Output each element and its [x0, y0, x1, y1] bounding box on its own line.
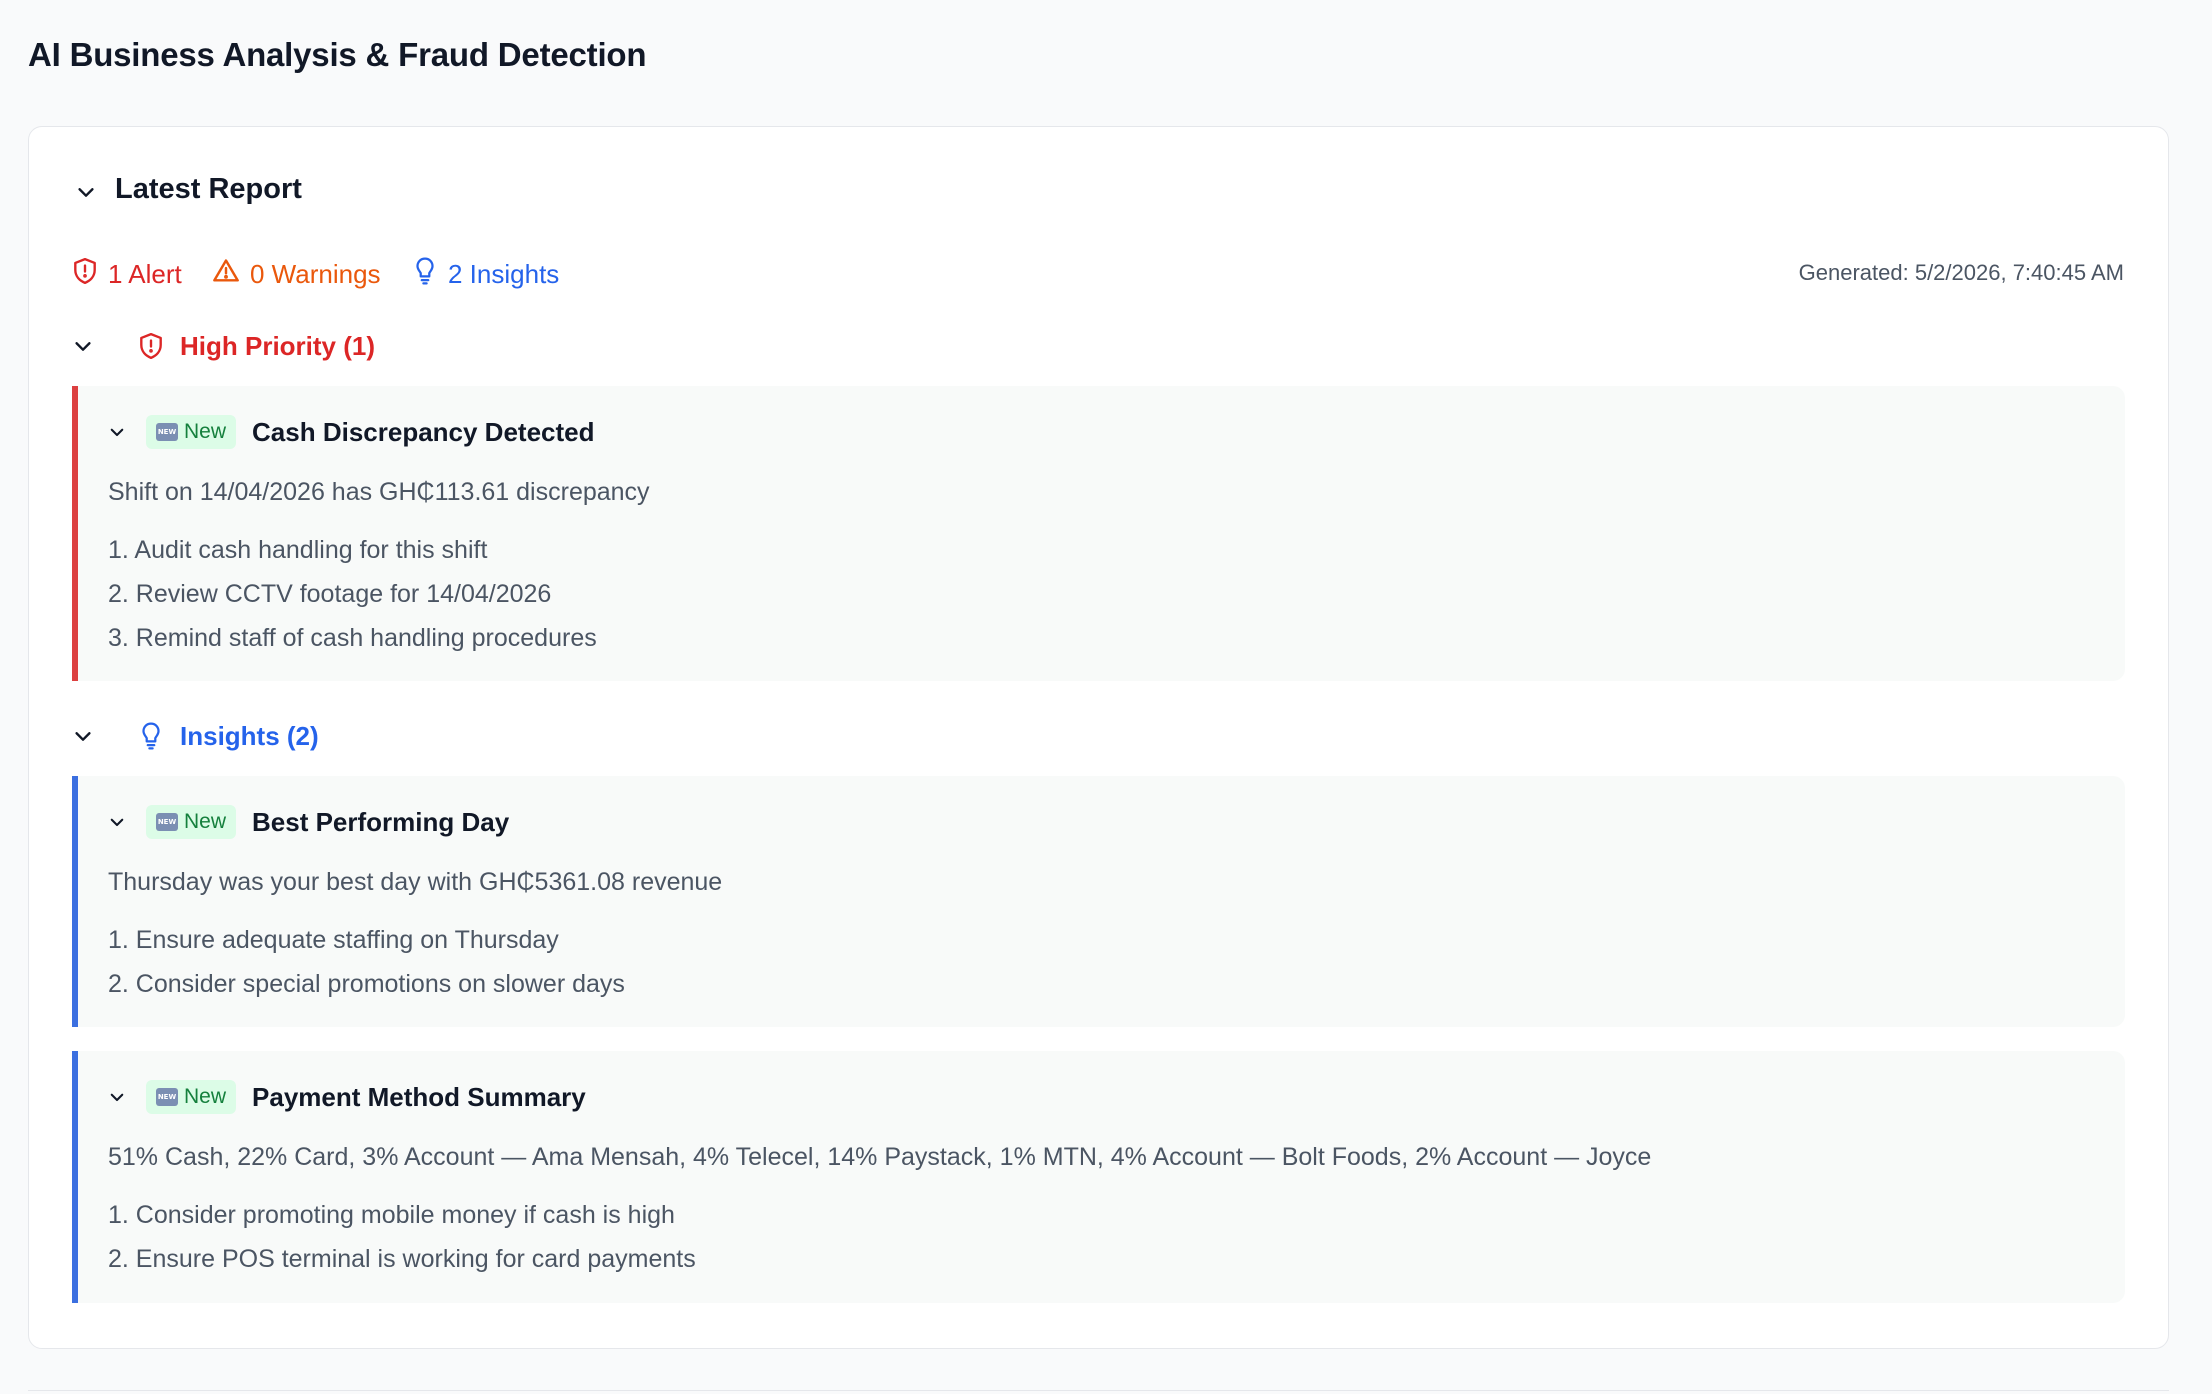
new-badge: NEW New — [146, 805, 237, 839]
action-item: 2. Ensure POS terminal is working for ca… — [108, 1245, 696, 1273]
new-badge: NEW New — [146, 1080, 237, 1114]
page-title: AI Business Analysis & Fraud Detection — [28, 36, 647, 73]
finding-title[interactable]: Cash Discrepancy Detected — [252, 417, 594, 448]
new-badge: NEW New — [146, 415, 237, 449]
action-item: 1. Audit cash handling for this shift — [108, 536, 488, 564]
action-list: 1. Ensure adequate staffing on Thursday … — [108, 918, 625, 1006]
new-badge-label: New — [184, 1085, 227, 1108]
chevron-down-icon[interactable] — [108, 1088, 126, 1106]
severity-bar — [72, 386, 78, 681]
finding-card: NEW New Payment Method Summary 51% Cash,… — [72, 1051, 2125, 1303]
alert-count-label: 1 Alert — [108, 258, 182, 289]
finding-description: 51% Cash, 22% Card, 3% Account — Ama Men… — [108, 1143, 1652, 1171]
chevron-down-icon[interactable] — [72, 725, 94, 747]
new-emoji-icon: NEW — [156, 813, 178, 831]
chevron-down-icon[interactable] — [72, 178, 100, 206]
severity-bar — [72, 1051, 78, 1303]
warning-count-label: 0 Warnings — [250, 258, 381, 289]
chevron-down-icon[interactable] — [72, 335, 94, 357]
new-badge-label: New — [184, 420, 227, 443]
finding-description: Thursday was your best day with GH₵5361.… — [108, 868, 723, 896]
chevron-down-icon[interactable] — [108, 423, 126, 441]
shield-alert-icon — [138, 332, 164, 360]
finding-card: NEW New Cash Discrepancy Detected Shift … — [72, 386, 2125, 681]
section-insights[interactable]: Insights (2) — [72, 716, 319, 756]
finding-title[interactable]: Best Performing Day — [252, 807, 509, 838]
report-title[interactable]: Latest Report — [115, 173, 302, 206]
divider — [28, 1390, 2169, 1391]
section-label: High Priority (1) — [180, 330, 376, 361]
action-list: 1. Audit cash handling for this shift 2.… — [108, 528, 597, 660]
chevron-down-icon[interactable] — [108, 813, 126, 831]
lightbulb-icon — [138, 721, 164, 751]
section-label: Insights (2) — [180, 720, 319, 751]
generated-timestamp: Generated: 5/2/2026, 7:40:45 AM — [1798, 260, 2124, 285]
shield-alert-icon — [72, 257, 98, 292]
severity-bar — [72, 776, 78, 1027]
action-item: 3. Remind staff of cash handling procedu… — [108, 624, 597, 652]
new-badge-label: New — [184, 810, 227, 833]
warning-count: 0 Warnings — [212, 254, 381, 294]
new-emoji-icon: NEW — [156, 1088, 178, 1106]
action-list: 1. Consider promoting mobile money if ca… — [108, 1193, 696, 1281]
new-emoji-icon: NEW — [156, 423, 178, 441]
lightbulb-icon — [412, 256, 438, 293]
triangle-alert-icon — [212, 257, 240, 292]
insight-count-label: 2 Insights — [448, 258, 560, 289]
action-item: 1. Consider promoting mobile money if ca… — [108, 1201, 675, 1229]
insight-count: 2 Insights — [412, 254, 559, 294]
section-high-priority[interactable]: High Priority (1) — [72, 326, 375, 366]
finding-card: NEW New Best Performing Day Thursday was… — [72, 776, 2125, 1027]
action-item: 2. Review CCTV footage for 14/04/2026 — [108, 580, 552, 608]
finding-description: Shift on 14/04/2026 has GH₵113.61 discre… — [108, 478, 650, 506]
action-item: 1. Ensure adequate staffing on Thursday — [108, 926, 559, 954]
finding-title[interactable]: Payment Method Summary — [252, 1082, 586, 1113]
action-item: 2. Consider special promotions on slower… — [108, 970, 625, 998]
alert-count: 1 Alert — [72, 254, 182, 294]
